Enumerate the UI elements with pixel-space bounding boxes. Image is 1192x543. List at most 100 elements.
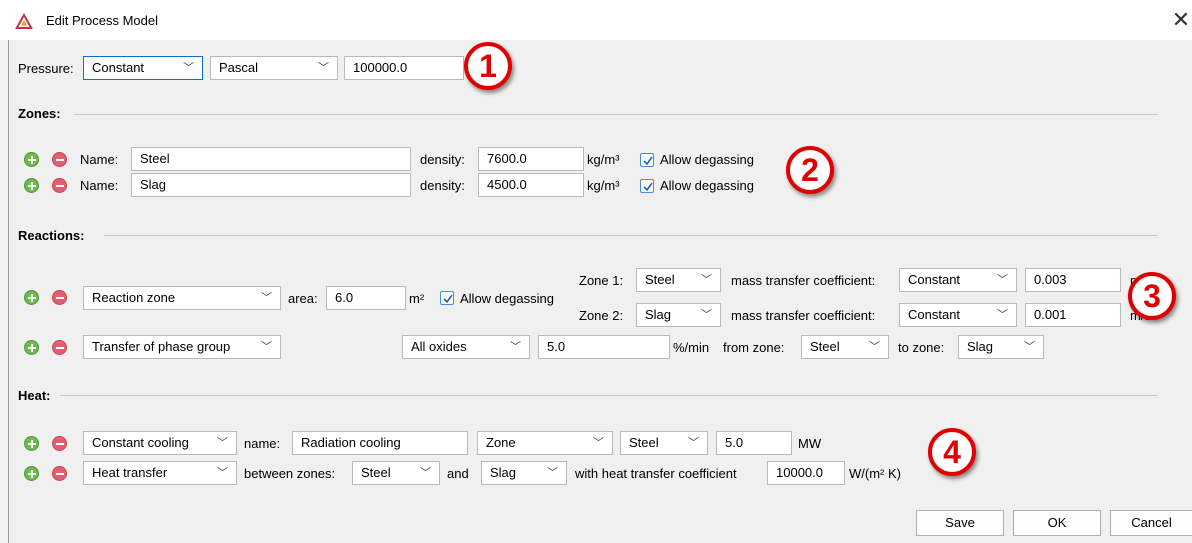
htc-unit: W/(m² K) bbox=[849, 466, 901, 481]
reaction-type-select[interactable]: Reaction zone ﹀ bbox=[83, 286, 281, 310]
zone-density-unit: kg/m³ bbox=[587, 178, 620, 193]
to-zone-label: to zone: bbox=[898, 340, 945, 355]
reaction-type-value: Transfer of phase group bbox=[92, 339, 231, 354]
app-logo-icon bbox=[14, 12, 34, 30]
zone-density-input[interactable]: 7600.0 bbox=[478, 147, 584, 171]
add-reaction-button[interactable] bbox=[24, 290, 39, 305]
reaction-type-select[interactable]: Transfer of phase group ﹀ bbox=[83, 335, 281, 359]
zone2-value: Slag bbox=[645, 307, 672, 322]
reaction-type-value: Reaction zone bbox=[92, 290, 176, 305]
remove-reaction-button[interactable] bbox=[52, 340, 67, 355]
annotation-badge-2: 2 bbox=[786, 146, 834, 194]
heat-zone-b-value: Slag bbox=[490, 465, 517, 480]
pressure-mode-value: Constant bbox=[92, 60, 145, 75]
chevron-down-icon: ﹀ bbox=[318, 62, 329, 74]
zone1-label: Zone 1: bbox=[579, 273, 624, 288]
mtc-mode-value: Constant bbox=[908, 307, 961, 322]
chevron-down-icon: ﹀ bbox=[261, 341, 272, 353]
mtc-label: mass transfer coefficient: bbox=[731, 308, 876, 323]
remove-zone-button[interactable] bbox=[52, 178, 67, 193]
pressure-value-input[interactable]: 100000.0 bbox=[344, 56, 464, 80]
zone1-select[interactable]: Steel ﹀ bbox=[636, 268, 721, 292]
window-title: Edit Process Model bbox=[46, 13, 158, 28]
zones-separator bbox=[74, 114, 1158, 115]
reactions-separator bbox=[104, 235, 1158, 236]
add-zone-button[interactable] bbox=[24, 152, 39, 167]
cooling-value-input[interactable]: 5.0 bbox=[716, 431, 792, 455]
remove-reaction-button[interactable] bbox=[52, 290, 67, 305]
cooling-unit: MW bbox=[798, 436, 822, 451]
pressure-unit-value: Pascal bbox=[219, 60, 259, 75]
chevron-down-icon: ﹀ bbox=[420, 467, 431, 479]
close-icon[interactable]: ✕ bbox=[1170, 6, 1192, 34]
cancel-button[interactable]: Cancel bbox=[1110, 510, 1192, 536]
heat-heading: Heat: bbox=[18, 388, 51, 403]
transfer-rate-input[interactable]: 5.0 bbox=[538, 335, 670, 359]
pressure-unit-select[interactable]: Pascal ﹀ bbox=[210, 56, 338, 80]
chevron-down-icon: ﹀ bbox=[183, 62, 194, 74]
heat-separator bbox=[60, 395, 1158, 396]
annotation-badge-3: 3 bbox=[1128, 272, 1176, 320]
chevron-down-icon: ﹀ bbox=[547, 467, 558, 479]
cooling-zone-select[interactable]: Steel ﹀ bbox=[620, 431, 708, 455]
chevron-down-icon: ﹀ bbox=[701, 309, 712, 321]
htc-label: with heat transfer coefficient bbox=[575, 466, 737, 481]
to-zone-select[interactable]: Slag ﹀ bbox=[958, 335, 1044, 359]
area-unit: m² bbox=[409, 291, 425, 306]
chevron-down-icon: ﹀ bbox=[997, 274, 1008, 286]
from-zone-label: from zone: bbox=[723, 340, 785, 355]
reaction-degas-label: Allow degassing bbox=[460, 291, 554, 306]
zone-density-label: density: bbox=[420, 178, 465, 193]
mtc-value-input[interactable]: 0.001 bbox=[1025, 303, 1121, 327]
phase-group-value: All oxides bbox=[411, 339, 467, 354]
pressure-label: Pressure: bbox=[18, 61, 74, 76]
transfer-rate-unit: %/min bbox=[673, 340, 710, 355]
pressure-mode-select[interactable]: Constant ﹀ bbox=[83, 56, 203, 80]
remove-zone-button[interactable] bbox=[52, 152, 67, 167]
zone1-value: Steel bbox=[645, 272, 675, 287]
cooling-name-input[interactable]: Radiation cooling bbox=[292, 431, 468, 455]
htc-value-input[interactable]: 10000.0 bbox=[767, 461, 845, 485]
ok-button[interactable]: OK bbox=[1013, 510, 1101, 536]
zone-density-unit: kg/m³ bbox=[587, 152, 620, 167]
add-heat-button[interactable] bbox=[24, 466, 39, 481]
chevron-down-icon: ﹀ bbox=[1024, 341, 1035, 353]
save-button[interactable]: Save bbox=[916, 510, 1004, 536]
mtc-mode-select[interactable]: Constant ﹀ bbox=[899, 303, 1017, 327]
to-zone-value: Slag bbox=[967, 339, 994, 354]
zone-density-input[interactable]: 4500.0 bbox=[478, 173, 584, 197]
mtc-value-input[interactable]: 0.003 bbox=[1025, 268, 1121, 292]
remove-heat-button[interactable] bbox=[52, 436, 67, 451]
chevron-down-icon: ﹀ bbox=[701, 274, 712, 286]
zone-degas-checkbox[interactable] bbox=[640, 153, 654, 167]
cooling-scope-select[interactable]: Zone ﹀ bbox=[477, 431, 613, 455]
title-bar bbox=[0, 0, 1192, 40]
from-zone-select[interactable]: Steel ﹀ bbox=[801, 335, 889, 359]
area-input[interactable]: 6.0 bbox=[326, 286, 406, 310]
phase-group-select[interactable]: All oxides ﹀ bbox=[402, 335, 530, 359]
heat-type-select[interactable]: Constant cooling ﹀ bbox=[83, 431, 237, 455]
zone-density-label: density: bbox=[420, 152, 465, 167]
add-reaction-button[interactable] bbox=[24, 340, 39, 355]
area-label: area: bbox=[288, 291, 318, 306]
zone-degas-label: Allow degassing bbox=[660, 152, 754, 167]
zone-degas-checkbox[interactable] bbox=[640, 179, 654, 193]
heat-zone-a-select[interactable]: Steel ﹀ bbox=[352, 461, 440, 485]
mtc-mode-select[interactable]: Constant ﹀ bbox=[899, 268, 1017, 292]
zone-name-input[interactable]: Slag bbox=[131, 173, 411, 197]
reaction-degas-checkbox[interactable] bbox=[440, 291, 454, 305]
heat-zone-b-select[interactable]: Slag ﹀ bbox=[481, 461, 567, 485]
cooling-scope-value: Zone bbox=[486, 435, 516, 450]
heat-type-select[interactable]: Heat transfer ﹀ bbox=[83, 461, 237, 485]
reactions-heading: Reactions: bbox=[18, 228, 85, 243]
remove-heat-button[interactable] bbox=[52, 466, 67, 481]
heat-type-value: Constant cooling bbox=[92, 435, 189, 450]
add-heat-button[interactable] bbox=[24, 436, 39, 451]
zone2-select[interactable]: Slag ﹀ bbox=[636, 303, 721, 327]
zone-name-label: Name: bbox=[80, 178, 119, 193]
zone-name-input[interactable]: Steel bbox=[131, 147, 411, 171]
add-zone-button[interactable] bbox=[24, 178, 39, 193]
between-zones-label: between zones: bbox=[244, 466, 336, 481]
chevron-down-icon: ﹀ bbox=[510, 341, 521, 353]
zone2-label: Zone 2: bbox=[579, 308, 624, 323]
